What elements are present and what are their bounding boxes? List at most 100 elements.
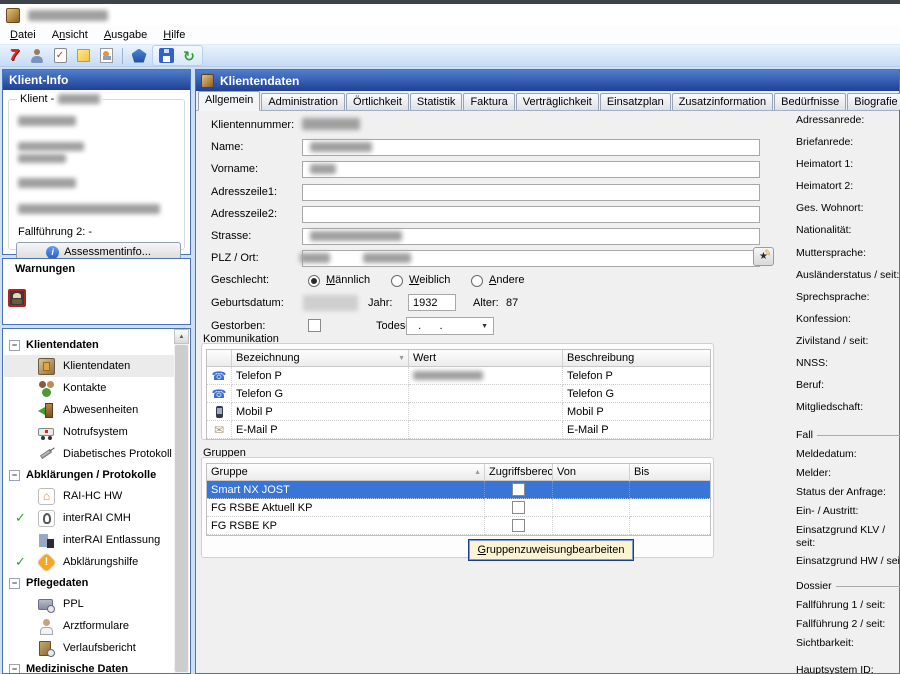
- radio-weiblich[interactable]: [391, 275, 403, 287]
- tab-allgemein[interactable]: Allgemein: [198, 91, 260, 111]
- table-row[interactable]: FG RSBE KP: [207, 517, 710, 535]
- radio-maennlich[interactable]: [308, 275, 320, 287]
- klient-address2-redacted: [18, 154, 66, 163]
- ein-austritt-label: Ein- / Austritt:: [796, 505, 900, 524]
- tree-item-notrufsystem[interactable]: Notrufsystem: [4, 421, 174, 443]
- client-card-icon[interactable]: [96, 46, 116, 65]
- fallfuehrung2-seit-label: Fallführung 2 / seit:: [796, 618, 900, 637]
- tree-item-label: Verlaufsbericht: [63, 642, 136, 654]
- table-row-selected[interactable]: Smart NX JOST: [207, 481, 710, 499]
- tree-item-rai-hc-hw[interactable]: ⌂ RAI-HC HW: [4, 485, 174, 507]
- jahr-input[interactable]: 1932: [408, 294, 456, 311]
- collapse-icon[interactable]: −: [9, 340, 20, 351]
- tab-biografie[interactable]: Biografie: [847, 93, 900, 110]
- adresszeile2-input[interactable]: [302, 206, 760, 223]
- tree-scrollbar[interactable]: ▲: [174, 329, 189, 673]
- tab-zusatzinformation[interactable]: Zusatzinformation: [672, 93, 773, 110]
- tree-item-interrai-cmh[interactable]: ✓ interRAI CMH: [4, 507, 174, 529]
- tree-item-arztformulare[interactable]: Arztformulare: [4, 615, 174, 637]
- von-cell: [553, 517, 630, 535]
- tree-item-label: Abwesenheiten: [63, 404, 138, 416]
- tree-item-label: Abklärungshilfe: [63, 556, 138, 568]
- save-icon[interactable]: [156, 46, 176, 65]
- refresh-icon[interactable]: ↻: [179, 46, 199, 65]
- table-row[interactable]: ☎ Telefon G Telefon G: [207, 385, 710, 403]
- table-row[interactable]: FG RSBE Aktuell KP: [207, 499, 710, 517]
- tree-group-medizinische-daten[interactable]: − Medizinische Daten: [4, 659, 174, 673]
- tree-item-interrai-entlassung[interactable]: interRAI Entlassung: [4, 529, 174, 551]
- status-der-anfrage-label: Status der Anfrage:: [796, 486, 900, 505]
- warning-icon[interactable]: [8, 289, 26, 307]
- zugriff-cell: [485, 481, 553, 499]
- collapse-icon[interactable]: −: [9, 470, 20, 481]
- note-icon[interactable]: [73, 46, 93, 65]
- tree-item-abwesenheiten[interactable]: Abwesenheiten: [4, 399, 174, 421]
- collapse-icon[interactable]: −: [9, 578, 20, 589]
- tab-vertraeglichkeit[interactable]: Verträglichkeit: [516, 93, 599, 110]
- tree-item-abklaerungshilfe[interactable]: ✓ ! Abklärungshilfe: [4, 551, 174, 573]
- table-row[interactable]: ✉ E-Mail P E-Mail P: [207, 421, 710, 439]
- tab-statistik[interactable]: Statistik: [410, 93, 463, 110]
- tab-oertlichkeit[interactable]: Örtlichkeit: [346, 93, 409, 110]
- pentagon-icon[interactable]: [129, 46, 149, 65]
- tab-einsatzplan[interactable]: Einsatzplan: [600, 93, 671, 110]
- von-column-header[interactable]: Von: [553, 464, 630, 481]
- menu-hilfe[interactable]: Hilfe: [155, 27, 193, 43]
- gruppe-column-header[interactable]: Gruppe▲: [207, 464, 485, 481]
- badge-icon: !: [38, 554, 55, 571]
- table-row[interactable]: Mobil P Mobil P: [207, 403, 710, 421]
- tree-group-klientendaten[interactable]: − Klientendaten: [4, 335, 174, 355]
- tree-item-verlaufsbericht[interactable]: Verlaufsbericht: [4, 637, 174, 659]
- icon-column-header[interactable]: [207, 350, 232, 367]
- menu-ausgabe[interactable]: Ausgabe: [96, 27, 155, 43]
- zugriff-checkbox[interactable]: [512, 519, 525, 532]
- client-data-header-icon: [201, 74, 214, 88]
- tree-item-kontakte[interactable]: Kontakte: [4, 377, 174, 399]
- zugriff-column-header[interactable]: Zugriffsberecht...: [485, 464, 553, 481]
- radio-andere[interactable]: [471, 275, 483, 287]
- ort-value-redacted: [363, 253, 411, 263]
- tab-beduerfnisse[interactable]: Bedürfnisse: [774, 93, 846, 110]
- tree-item-diabetisches-protokoll[interactable]: Diabetisches Protokoll: [4, 443, 174, 465]
- radio-andere-label[interactable]: Andere: [489, 274, 525, 286]
- chevron-down-icon: ▼: [481, 323, 488, 330]
- zugriff-checkbox[interactable]: [512, 483, 525, 496]
- gruppenzuweisung-bearbeiten-button[interactable]: Gruppenzuweisung bearbeiten: [468, 539, 634, 561]
- mobile-phone-icon: [207, 403, 232, 421]
- tab-administration[interactable]: Administration: [261, 93, 345, 110]
- wert-column-header[interactable]: Wert: [409, 350, 563, 367]
- auslaenderstatus-label: Ausländerstatus / seit:: [796, 269, 900, 291]
- tree-item-ppl[interactable]: PPL: [4, 593, 174, 615]
- von-cell: [553, 499, 630, 517]
- todesdatum-dropdown[interactable]: . . ▼: [406, 317, 494, 335]
- bezeichnung-column-header[interactable]: Bezeichnung▼: [232, 350, 409, 367]
- tree-item-klientendaten[interactable]: Klientendaten: [4, 355, 174, 377]
- app-logo-icon[interactable]: 7: [4, 46, 24, 65]
- gruppen-table: Gruppe▲ Zugriffsberecht... Von Bis Smart…: [206, 463, 711, 536]
- adresszeile1-input[interactable]: [302, 184, 760, 201]
- scroll-up-icon[interactable]: ▲: [174, 329, 189, 344]
- table-row[interactable]: ☎ Telefon P Telefon P: [207, 367, 710, 385]
- menu-datei[interactable]: Datei: [2, 27, 44, 43]
- client-icon[interactable]: [27, 46, 47, 65]
- zugriff-checkbox[interactable]: [512, 501, 525, 514]
- radio-weiblich-label[interactable]: Weiblich: [409, 274, 450, 286]
- gestorben-checkbox[interactable]: [308, 319, 321, 332]
- phone-icon: ☎: [207, 385, 232, 403]
- vorname-input[interactable]: [302, 161, 760, 178]
- beschreibung-column-header[interactable]: Beschreibung: [563, 350, 710, 367]
- menu-ansicht[interactable]: Ansicht: [44, 27, 96, 43]
- collapse-icon[interactable]: −: [9, 664, 20, 674]
- tree-item-label: Notrufsystem: [63, 426, 128, 438]
- nationalitaet-label: Nationalität:: [796, 224, 900, 246]
- tasks-clipboard-icon[interactable]: ✓: [50, 46, 70, 65]
- geburtsdatum-label: Geburtsdatum:: [211, 297, 284, 309]
- bis-column-header[interactable]: Bis: [630, 464, 710, 481]
- tree-group-abklaerungen[interactable]: − Abklärungen / Protokolle: [4, 465, 174, 485]
- radio-maennlich-label[interactable]: Männlich: [326, 274, 370, 286]
- tab-faktura[interactable]: Faktura: [463, 93, 514, 110]
- scrollbar-thumb[interactable]: [175, 345, 188, 672]
- tree-group-pflegedaten[interactable]: − Pflegedaten: [4, 573, 174, 593]
- plz-lookup-button[interactable]: ★ ✎: [753, 247, 774, 266]
- einsatzgrund-klv-label: Einsatzgrund KLV / seit:: [796, 524, 900, 555]
